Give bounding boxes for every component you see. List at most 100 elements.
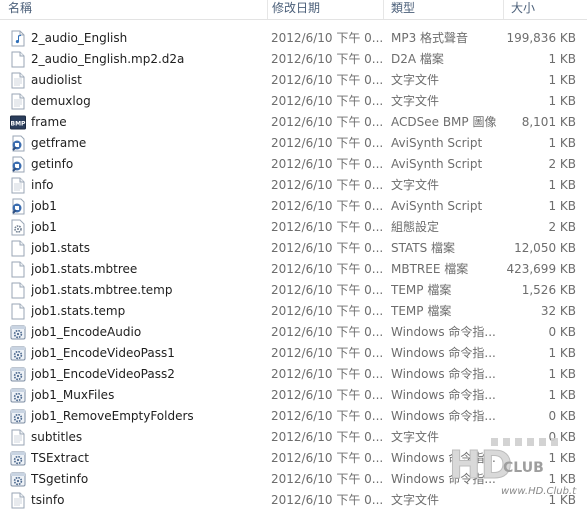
file-type: AviSynth Script	[391, 157, 483, 171]
file-type: Windows 命令指...	[391, 346, 496, 360]
file-date: 2012/6/10 下午 0...	[271, 94, 383, 108]
file-name: getinfo	[31, 157, 74, 171]
file-row[interactable]: 2_audio_English 2012/6/10 下午 0... MP3 格式…	[0, 28, 587, 49]
file-name: job1.stats.mbtree	[31, 262, 138, 276]
file-date: 2012/6/10 下午 0...	[271, 409, 383, 423]
file-date: 2012/6/10 下午 0...	[271, 262, 383, 276]
file-date: 2012/6/10 下午 0...	[271, 493, 383, 507]
file-name: 2_audio_English	[31, 31, 128, 45]
file-row[interactable]: tsinfo 2012/6/10 下午 0... 文字文件 1 KB	[0, 490, 587, 511]
music-file-icon	[10, 30, 26, 47]
file-type: MBTREE 檔案	[391, 262, 469, 276]
file-row[interactable]: job1.stats.mbtree.temp 2012/6/10 下午 0...…	[0, 280, 587, 301]
text-file-icon	[10, 177, 26, 194]
file-name: getframe	[31, 136, 87, 150]
file-date: 2012/6/10 下午 0...	[271, 136, 383, 150]
file-row[interactable]: getframe 2012/6/10 下午 0... AviSynth Scri…	[0, 133, 587, 154]
batch-file-icon	[10, 450, 26, 467]
document-file-icon	[10, 261, 26, 278]
file-type: 文字文件	[391, 493, 440, 507]
file-size: 2 KB	[548, 220, 576, 234]
batch-file-icon	[10, 471, 26, 488]
file-row[interactable]: job1_EncodeVideoPass1 2012/6/10 下午 0... …	[0, 343, 587, 364]
file-row[interactable]: BMP frame 2012/6/10 下午 0... ACDSee BMP 圖…	[0, 112, 587, 133]
file-type: 文字文件	[391, 94, 440, 108]
file-row[interactable]: job1.stats.mbtree 2012/6/10 下午 0... MBTR…	[0, 259, 587, 280]
file-name: job1_EncodeVideoPass2	[31, 367, 175, 381]
file-row[interactable]: info 2012/6/10 下午 0... 文字文件 1 KB	[0, 175, 587, 196]
column-header-name[interactable]: 名稱	[0, 0, 267, 19]
file-date: 2012/6/10 下午 0...	[271, 73, 383, 87]
file-date: 2012/6/10 下午 0...	[271, 52, 383, 66]
file-size: 1 KB	[548, 199, 576, 213]
file-date: 2012/6/10 下午 0...	[271, 283, 383, 297]
file-size: 1 KB	[548, 388, 576, 402]
file-date: 2012/6/10 下午 0...	[271, 367, 383, 381]
column-header-size[interactable]: 大小	[503, 0, 587, 19]
file-name: job1_MuxFiles	[31, 388, 115, 402]
file-size: 12,050 KB	[514, 241, 576, 255]
file-type: TEMP 檔案	[391, 283, 452, 297]
file-type: 文字文件	[391, 178, 440, 192]
file-row[interactable]: demuxlog 2012/6/10 下午 0... 文字文件 1 KB	[0, 91, 587, 112]
file-type: Windows 命令指...	[391, 325, 496, 339]
file-type: Windows 命令指...	[391, 367, 496, 381]
file-row[interactable]: getinfo 2012/6/10 下午 0... AviSynth Scrip…	[0, 154, 587, 175]
file-row[interactable]: job1_RemoveEmptyFolders 2012/6/10 下午 0..…	[0, 406, 587, 427]
file-type: ACDSee BMP 圖像	[391, 115, 497, 129]
file-size: 1 KB	[548, 94, 576, 108]
file-date: 2012/6/10 下午 0...	[271, 178, 383, 192]
file-size: 199,836 KB	[506, 31, 576, 45]
text-file-icon	[10, 429, 26, 446]
file-row[interactable]: audiolist 2012/6/10 下午 0... 文字文件 1 KB	[0, 70, 587, 91]
batch-file-icon	[10, 366, 26, 383]
file-type: Windows 命令指...	[391, 388, 496, 402]
file-name: TSgetinfo	[31, 472, 89, 486]
file-row[interactable]: job1_EncodeAudio 2012/6/10 下午 0... Windo…	[0, 322, 587, 343]
batch-file-icon	[10, 345, 26, 362]
file-date: 2012/6/10 下午 0...	[271, 199, 383, 213]
file-size: 1 KB	[548, 52, 576, 66]
file-row[interactable]: job1 2012/6/10 下午 0... 組態設定 2 KB	[0, 217, 587, 238]
file-type: 文字文件	[391, 430, 440, 444]
text-file-icon	[10, 93, 26, 110]
file-date: 2012/6/10 下午 0...	[271, 430, 383, 444]
file-name: job1.stats.temp	[31, 304, 126, 318]
column-header-type[interactable]: 類型	[383, 0, 503, 19]
file-size: 1 KB	[548, 451, 576, 465]
file-row[interactable]: job1.stats.temp 2012/6/10 下午 0... TEMP 檔…	[0, 301, 587, 322]
document-file-icon	[10, 51, 26, 68]
config-file-icon	[10, 219, 26, 236]
file-name: audiolist	[31, 73, 82, 87]
file-row[interactable]: job1_EncodeVideoPass2 2012/6/10 下午 0... …	[0, 364, 587, 385]
file-type: STATS 檔案	[391, 241, 456, 255]
document-file-icon	[10, 240, 26, 257]
batch-file-icon	[10, 387, 26, 404]
file-name: job1	[31, 220, 57, 234]
file-size: 1 KB	[548, 346, 576, 360]
file-type: AviSynth Script	[391, 199, 483, 213]
file-row[interactable]: TSgetinfo 2012/6/10 下午 0... Windows 命令指.…	[0, 469, 587, 490]
file-row[interactable]: job1_MuxFiles 2012/6/10 下午 0... Windows …	[0, 385, 587, 406]
avisynth-script-icon	[10, 135, 26, 152]
column-header-bar: 名稱 修改日期 類型 大小	[0, 0, 587, 20]
file-type: MP3 格式聲音	[391, 31, 469, 45]
text-file-icon	[10, 492, 26, 509]
file-date: 2012/6/10 下午 0...	[271, 157, 383, 171]
file-date: 2012/6/10 下午 0...	[271, 31, 383, 45]
avisynth-script-icon	[10, 156, 26, 173]
file-row[interactable]: subtitles 2012/6/10 下午 0... 文字文件 0 KB	[0, 427, 587, 448]
file-date: 2012/6/10 下午 0...	[271, 325, 383, 339]
file-size: 1 KB	[548, 73, 576, 87]
file-row[interactable]: TSExtract 2012/6/10 下午 0... Windows 命令指.…	[0, 448, 587, 469]
file-size: 1 KB	[548, 493, 576, 507]
file-row[interactable]: 2_audio_English.mp2.d2a 2012/6/10 下午 0..…	[0, 49, 587, 70]
batch-file-icon	[10, 408, 26, 425]
column-header-date[interactable]: 修改日期	[264, 0, 382, 19]
file-size: 1,526 KB	[521, 283, 576, 297]
svg-text:BMP: BMP	[11, 121, 26, 128]
file-row[interactable]: job1.stats 2012/6/10 下午 0... STATS 檔案 12…	[0, 238, 587, 259]
file-row[interactable]: job1 2012/6/10 下午 0... AviSynth Script 1…	[0, 196, 587, 217]
file-type: D2A 檔案	[391, 52, 444, 66]
bmp-image-icon: BMP	[10, 114, 26, 131]
